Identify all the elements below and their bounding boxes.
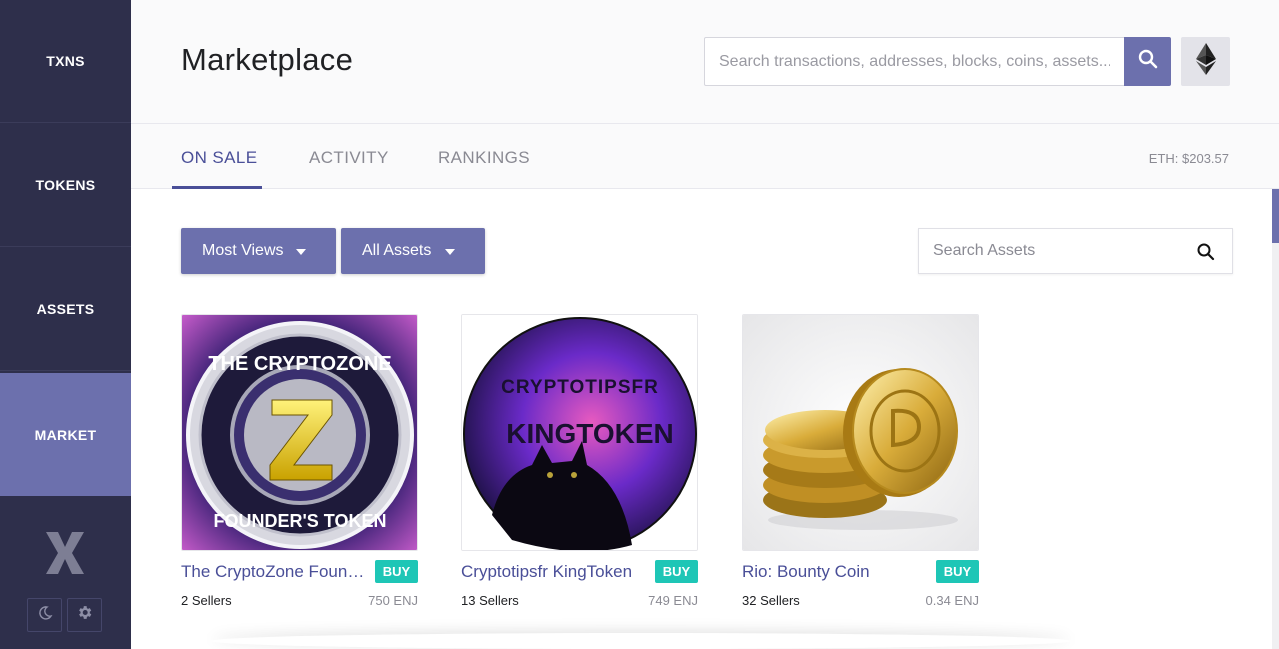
search-icon[interactable] (1196, 242, 1216, 262)
eth-price: ETH: $203.57 (1148, 151, 1229, 166)
tab-on-sale[interactable]: ON SALE (181, 148, 258, 168)
svg-text:KINGTOKEN: KINGTOKEN (506, 418, 674, 449)
asset-sellers: 2 Sellers (181, 593, 232, 608)
asset-name[interactable]: The CryptoZone Founder's Token (181, 562, 366, 582)
sidebar-item-assets[interactable]: ASSETS (0, 248, 131, 371)
asset-search-input[interactable] (918, 228, 1233, 274)
global-search-input[interactable] (704, 37, 1125, 86)
buy-button[interactable]: BUY (655, 560, 698, 583)
page-header: Marketplace (131, 0, 1279, 124)
sidebar-item-label: ASSETS (36, 301, 95, 317)
asset-card[interactable]: Rio: Bounty Coin BUY 32 Sellers 0.34 ENJ (742, 314, 979, 614)
buy-button[interactable]: BUY (936, 560, 979, 583)
caret-down-icon (445, 249, 455, 255)
svg-text:CRYPTOTIPSFR: CRYPTOTIPSFR (501, 377, 659, 398)
x-logo-icon (40, 528, 90, 578)
network-button[interactable] (1181, 37, 1230, 86)
svg-text:THE CRYPTOZONE: THE CRYPTOZONE (208, 353, 391, 375)
asset-price: 750 ENJ (368, 593, 418, 608)
asset-image-cryptozone-token[interactable]: THE CRYPTOZONE FOUNDER'S TOKEN (181, 314, 418, 551)
asset-card[interactable]: THE CRYPTOZONE FOUNDER'S TOKEN The Crypt… (181, 314, 418, 614)
sort-dropdown[interactable]: Most Views (181, 228, 336, 274)
settings-button[interactable] (67, 598, 102, 632)
next-section-edge (211, 633, 1071, 649)
asset-price: 749 ENJ (648, 593, 698, 608)
search-icon (1138, 49, 1158, 74)
main-content: Most Views All Assets Search Assets THE … (131, 189, 1273, 649)
sidebar-item-label: TOKENS (35, 177, 96, 193)
global-search-button[interactable] (1124, 37, 1171, 86)
asset-image-bounty-coin[interactable] (742, 314, 979, 551)
svg-text:FOUNDER'S TOKEN: FOUNDER'S TOKEN (214, 511, 387, 531)
scrollbar-thumb[interactable] (1272, 189, 1279, 243)
asset-price: 0.34 ENJ (925, 593, 979, 608)
sort-dropdown-label: Most Views (202, 242, 284, 259)
sidebar-item-label: TXNS (46, 53, 85, 69)
asset-sellers: 32 Sellers (742, 593, 800, 608)
dark-mode-button[interactable] (27, 598, 62, 632)
sidebar-item-tokens[interactable]: TOKENS (0, 124, 131, 247)
asset-type-dropdown-label: All Assets (362, 242, 432, 259)
sidebar: TXNS TOKENS ASSETS MARKET (0, 0, 131, 649)
tab-rankings[interactable]: RANKINGS (438, 148, 530, 168)
caret-down-icon (296, 249, 306, 255)
asset-type-dropdown[interactable]: All Assets (341, 228, 485, 274)
ethereum-icon (1195, 43, 1216, 80)
gear-icon (76, 604, 93, 626)
buy-button[interactable]: BUY (375, 560, 418, 583)
tab-bar: ON SALE ACTIVITY RANKINGS ETH: $203.57 (131, 124, 1279, 189)
asset-card[interactable]: CRYPTOTIPSFR KINGTOKEN Cryptotipsfr King… (461, 314, 698, 614)
moon-icon (37, 605, 53, 626)
tab-activity[interactable]: ACTIVITY (309, 148, 389, 168)
page-title: Marketplace (181, 42, 354, 77)
content-scrollbar[interactable] (1272, 189, 1279, 649)
sidebar-item-txns[interactable]: TXNS (0, 0, 131, 123)
asset-name[interactable]: Cryptotipsfr KingToken (461, 562, 646, 582)
sidebar-item-market[interactable]: MARKET (0, 373, 131, 496)
asset-sellers: 13 Sellers (461, 593, 519, 608)
asset-name[interactable]: Rio: Bounty Coin (742, 562, 927, 582)
asset-image-kingtoken[interactable]: CRYPTOTIPSFR KINGTOKEN (461, 314, 698, 551)
sidebar-item-label: MARKET (34, 426, 97, 443)
